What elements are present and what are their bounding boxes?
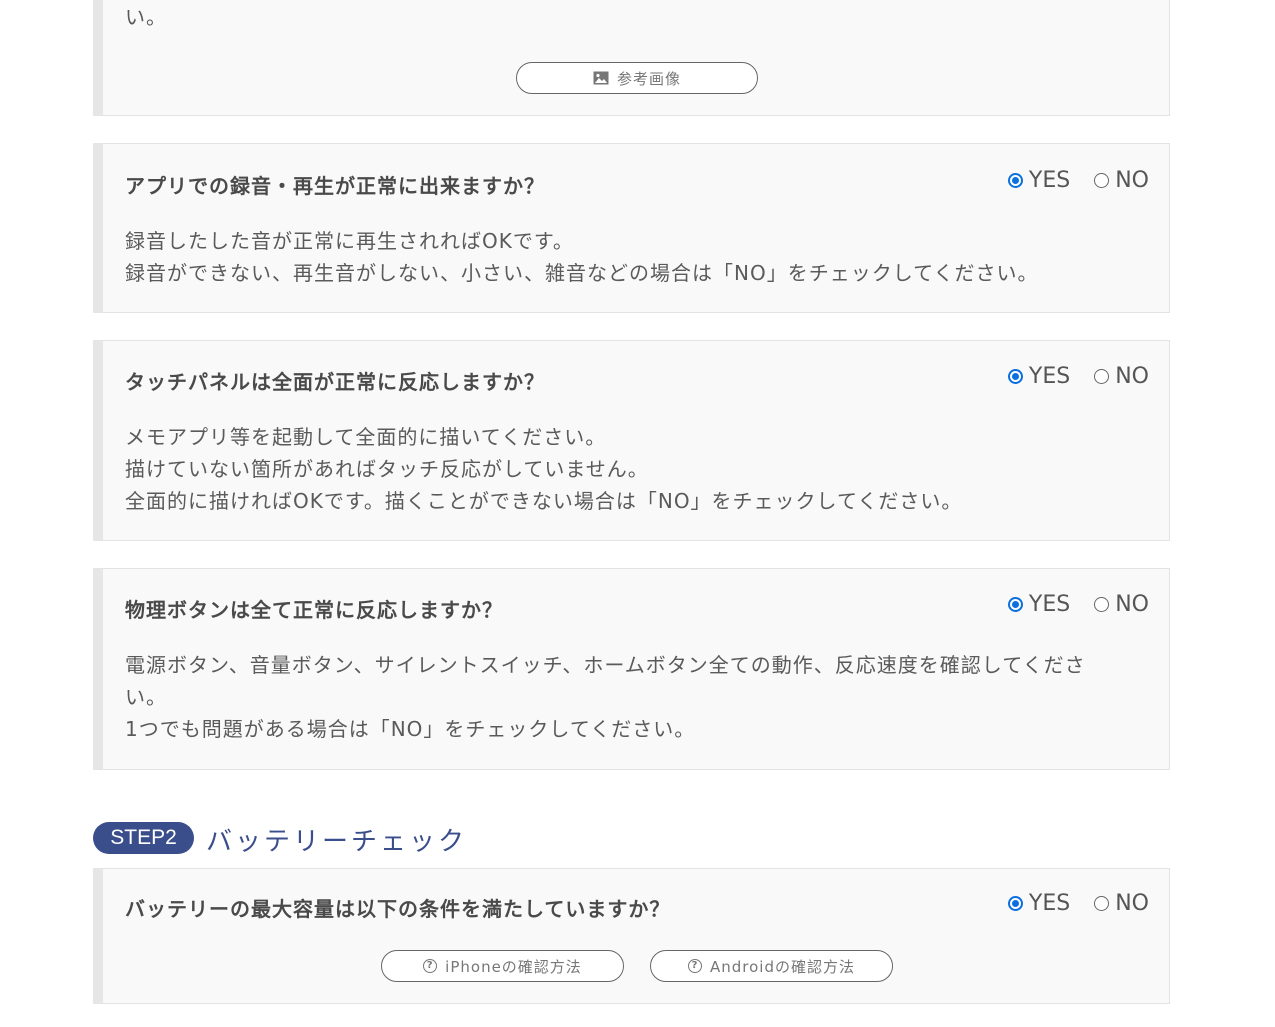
desc-line: い。 [125, 685, 167, 709]
no-label: NO [1115, 891, 1149, 916]
radio-checked-icon [1007, 597, 1023, 612]
radio-checked-icon [1007, 896, 1023, 911]
yes-radio[interactable]: YES [1007, 891, 1071, 916]
question-card-physical-buttons: 物理ボタンは全て正常に反応しますか？ YES NO 電源ボタン、音量ボタン、サイ… [93, 568, 1170, 770]
no-label: NO [1115, 364, 1149, 389]
question-card-touch-panel: タッチパネルは全面が正常に反応しますか？ YES NO メモアプリ等を起動して全… [93, 340, 1170, 541]
iphone-check-method-button[interactable]: ? iPhoneの確認方法 [381, 950, 624, 982]
desc-line: 録音ができない、再生音がしない、小さい、雑音などの場合は「NO」をチェックしてく… [125, 261, 1039, 285]
radio-unchecked-icon [1094, 369, 1110, 384]
android-check-method-button[interactable]: ? Androidの確認方法 [650, 950, 893, 982]
question-title: アプリでの録音・再生が正常に出来ますか？ [125, 174, 545, 198]
no-radio[interactable]: NO [1094, 592, 1149, 617]
desc-line: 電源ボタン、音量ボタン、サイレントスイッチ、ホームボタン全ての動作、反応速度を確… [125, 653, 1086, 677]
image-icon [593, 71, 609, 85]
question-title: タッチパネルは全面が正常に反応しますか？ [125, 370, 545, 394]
question-circle-icon: ? [423, 959, 438, 973]
desc-line: 録音したした音が正常に再生されればOKです。 [125, 229, 574, 253]
radio-unchecked-icon [1094, 173, 1110, 188]
yes-no-radio-group: YES NO [1007, 364, 1149, 389]
question-desc: メモアプリ等を起動して全面的に描いてください。 描けていない箇所があればタッチ反… [125, 421, 1125, 517]
step-title: バッテリーチェック [206, 827, 468, 857]
question-circle-icon: ? [688, 959, 702, 973]
radio-checked-icon [1007, 173, 1023, 188]
yes-label: YES [1028, 168, 1071, 193]
yes-label: YES [1028, 891, 1071, 916]
desc-line: 1つでも問題がある場合は「NO」をチェックしてください。 [125, 717, 696, 741]
desc-line: 全面的に描ければOKです。描くことができない場合は「NO」をチェックしてください… [125, 489, 963, 513]
question-desc: 電源ボタン、音量ボタン、サイレントスイッチ、ホームボタン全ての動作、反応速度を確… [125, 649, 1125, 745]
no-radio[interactable]: NO [1094, 168, 1149, 193]
yes-radio[interactable]: YES [1007, 364, 1071, 389]
yes-no-radio-group: YES NO [1007, 592, 1149, 617]
yes-radio[interactable]: YES [1007, 592, 1071, 617]
question-card-battery: バッテリーの最大容量は以下の条件を満たしていますか？ YES NO ? iPho… [93, 868, 1170, 1004]
desc-line: メモアプリ等を起動して全面的に描いてください。 [125, 425, 607, 449]
question-desc: い。 [125, 1, 1125, 33]
no-radio[interactable]: NO [1094, 364, 1149, 389]
reference-image-label: 参考画像 [616, 69, 681, 88]
no-label: NO [1115, 592, 1149, 617]
radio-unchecked-icon [1094, 896, 1110, 911]
question-desc: 録音したした音が正常に再生されればOKです。 録音ができない、再生音がしない、小… [125, 225, 1125, 289]
iphone-check-method-label: iPhoneの確認方法 [445, 957, 582, 976]
yes-label: YES [1028, 592, 1071, 617]
reference-image-button[interactable]: 参考画像 [516, 62, 758, 94]
radio-unchecked-icon [1094, 597, 1110, 612]
yes-label: YES [1028, 364, 1071, 389]
yes-no-radio-group: YES NO [1007, 168, 1149, 193]
step-badge: STEP2 [93, 822, 194, 854]
no-radio[interactable]: NO [1094, 891, 1149, 916]
no-label: NO [1115, 168, 1149, 193]
question-card-recording: アプリでの録音・再生が正常に出来ますか？ YES NO 録音したした音が正常に再… [93, 143, 1170, 313]
question-title: 物理ボタンは全て正常に反応しますか？ [125, 598, 503, 622]
question-card-prev: い。 参考画像 [93, 0, 1170, 116]
radio-checked-icon [1007, 369, 1023, 384]
yes-radio[interactable]: YES [1007, 168, 1071, 193]
desc-line: い。 [125, 5, 167, 29]
question-title: バッテリーの最大容量は以下の条件を満たしていますか？ [125, 897, 671, 921]
android-check-method-label: Androidの確認方法 [710, 957, 855, 976]
yes-no-radio-group: YES NO [1007, 891, 1149, 916]
desc-line: 描けていない箇所があればタッチ反応がしていません。 [125, 457, 649, 481]
